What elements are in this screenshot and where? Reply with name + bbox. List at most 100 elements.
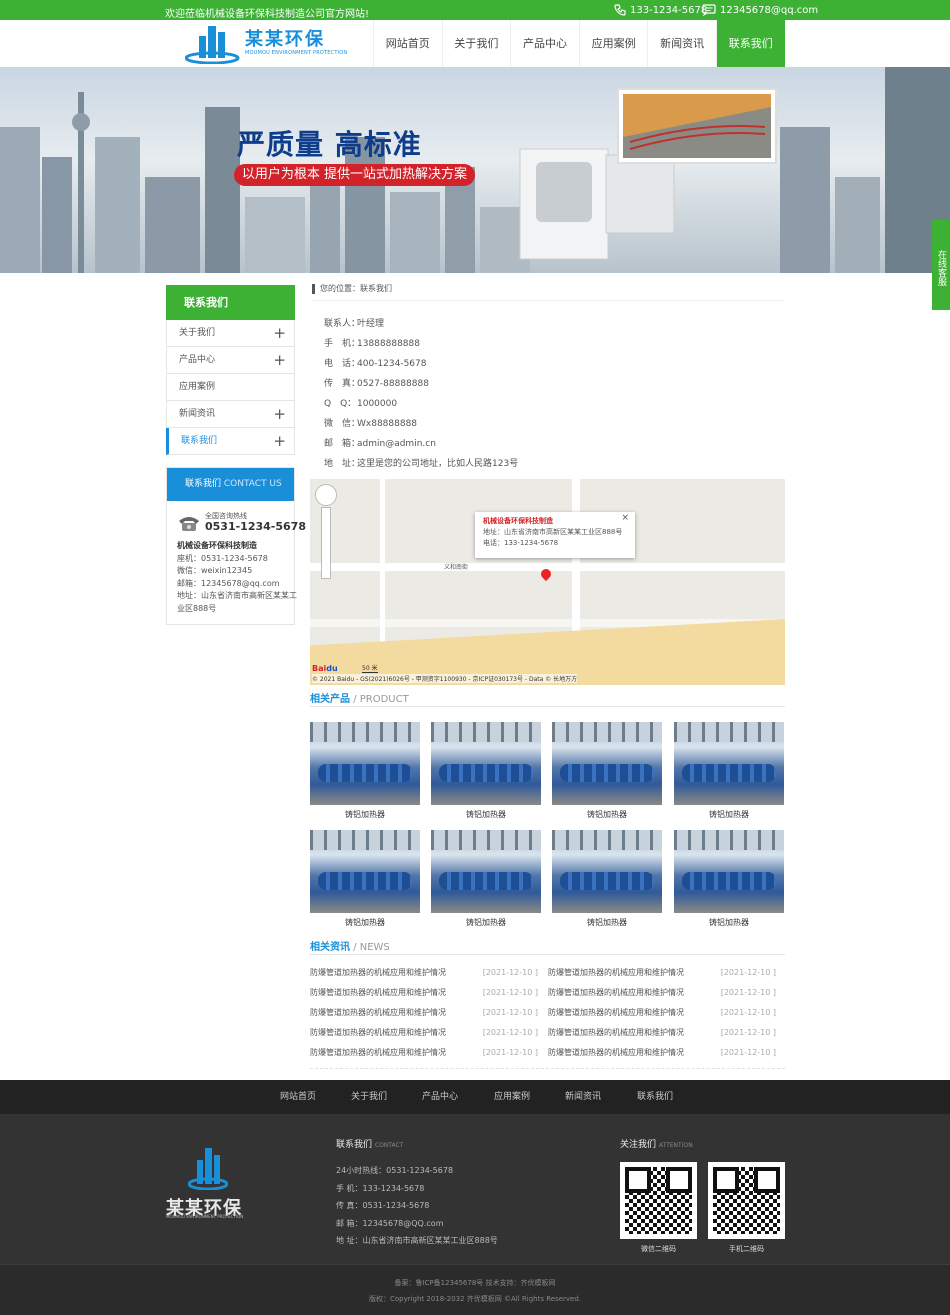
news-item[interactable]: 防爆管道加热器的机械应用和维护情况 [2021-12-10 ] [548,1043,776,1063]
nav-news[interactable]: 新闻资讯 [647,20,716,67]
news-item[interactable]: 防爆管道加热器的机械应用和维护情况 [2021-12-10 ] [548,1023,776,1043]
logo-subtitle: MOUMOU ENVIRONMENT PROTECTION [245,50,348,56]
sidebar-item-news[interactable]: 新闻资讯 + [166,401,295,428]
nav-about[interactable]: 关于我们 [441,20,511,67]
footer-nav-products[interactable]: 产品中心 [422,1080,458,1114]
footer-contact-line: 24小时热线：0531-1234-5678 [336,1166,454,1175]
product-image[interactable] [552,722,662,805]
sidebar-item-cases[interactable]: 应用案例 [166,374,295,401]
news-item[interactable]: 防爆管道加热器的机械应用和维护情况 [2021-12-10 ] [548,1003,776,1023]
sidebar-item-about[interactable]: 关于我们 + [166,320,295,347]
news-item[interactable]: 防爆管道加热器的机械应用和维护情况 [2021-12-10 ] [548,963,776,983]
product-caption[interactable]: 铸铝加热器 [310,913,420,937]
sidebar-item-products[interactable]: 产品中心 + [166,347,295,374]
sidebar-item-contact[interactable]: 联系我们 + [166,428,295,455]
welcome-text: 欢迎莅临机械设备环保科技制造公司官方网站! [165,9,370,20]
product-caption[interactable]: 铸铝加热器 [431,913,541,937]
product-caption[interactable]: 铸铝加热器 [431,805,541,829]
divider [310,1068,785,1069]
news-item[interactable]: 防爆管道加热器的机械应用和维护情况 [2021-12-10 ] [548,983,776,1003]
contact-row: 联系人：叶经理 [324,319,385,329]
map-zoom-slider[interactable] [321,507,331,579]
product-caption[interactable]: 铸铝加热器 [310,805,420,829]
product-image[interactable] [431,830,541,913]
product-caption[interactable]: 铸铝加热器 [552,913,662,937]
nav-contact[interactable]: 联系我们 [715,20,785,67]
product-card[interactable]: 铸铝加热器 [674,722,784,829]
logo-brand-text: 某某环保 [245,29,325,50]
news-item[interactable]: 防爆管道加热器的机械应用和维护情况 [2021-12-10 ] [310,1023,538,1043]
footer-contact-title: 联系我们 CONTACT [336,1140,404,1150]
footer-nav-contact[interactable]: 联系我们 [637,1080,673,1114]
company-name: 机械设备环保科技制造 [177,541,257,550]
contact-line: 座机：0531-1234-5678 [177,553,268,563]
news-item[interactable]: 防爆管道加热器的机械应用和维护情况 [2021-12-10 ] [310,983,538,1003]
sidebar-item-label: 联系我们 [181,436,218,446]
product-image[interactable] [552,830,662,913]
breadcrumb: 您的位置：联系我们 [312,283,785,301]
map-info-popup: 机械设备环保科技制造 地址：山东省济南市高新区某某工业区888号 电话：133-… [475,512,635,558]
contact-row: 地 址：这里是您的公司地址，比如人民路123号 [324,459,519,469]
product-card[interactable]: 铸铝加热器 [310,830,420,937]
icp-text[interactable]: 备案：鲁ICP备12345678号 技术支持：齐优模板网 [394,1279,555,1287]
footer-nav: 网站首页 关于我们 产品中心 应用案例 新闻资讯 联系我们 [0,1080,950,1114]
contact-row: 微 信：Wx88888888 [324,419,418,429]
news-item[interactable]: 防爆管道加热器的机械应用和维护情况 [2021-12-10 ] [310,1043,538,1063]
map-pan-control[interactable] [315,484,337,506]
site-logo[interactable]: 某某环保 MOUMOU ENVIRONMENT PROTECTION [185,22,347,64]
product-card[interactable]: 铸铝加热器 [431,830,541,937]
footer-nav-news[interactable]: 新闻资讯 [565,1080,601,1114]
map-street-label: 义和南街 [444,564,469,571]
product-image[interactable] [674,722,784,805]
product-image[interactable] [310,830,420,913]
product-card[interactable]: 铸铝加热器 [431,722,541,829]
product-caption[interactable]: 铸铝加热器 [552,805,662,829]
contact-row: Q Q：1000000 [324,399,398,409]
footer-logo[interactable]: 某某环保 MOUMOU ENVIRONMENT PROTECTION [166,1144,251,1219]
product-caption[interactable]: 铸铝加热器 [674,913,784,937]
news-list-left: 防爆管道加热器的机械应用和维护情况 [2021-12-10 ] 防爆管道加热器的机… [310,963,538,1063]
product-image[interactable] [310,722,420,805]
qr-caption: 手机二维码 [729,1245,764,1253]
product-image[interactable] [431,722,541,805]
news-item[interactable]: 防爆管道加热器的机械应用和维护情况 [2021-12-10 ] [310,963,538,983]
footer-nav-about[interactable]: 关于我们 [351,1080,387,1114]
copyright-text: 版权：Copyright 2018-2032 齐优模板网 ©All Rights… [368,1295,582,1303]
product-card[interactable]: 铸铝加热器 [674,830,784,937]
product-card[interactable]: 铸铝加热器 [310,722,420,829]
plus-icon[interactable]: + [273,428,286,454]
baidu-map[interactable]: 义和南街 机械设备环保科技制造 地址：山东省济南市高新区某某工业区888号 电话… [310,479,785,685]
sidebar-item-label: 关于我们 [179,328,216,338]
news-section-title: 相关资讯 / NEWS [310,938,785,955]
sidebar-contact-box: 联系我们 CONTACT US 全国咨询热线 0531-1234-5678 机械… [166,467,306,625]
qr-code-icon [620,1162,697,1239]
product-image[interactable] [674,830,784,913]
product-card[interactable]: 铸铝加热器 [552,830,662,937]
top-phone-number: 133-1234-5678 [630,4,708,16]
wechat-qr: 微信二维码 [620,1162,697,1254]
hotline-number: 0531-1234-5678 [205,520,306,533]
plus-icon[interactable]: + [273,401,286,427]
building-logo-icon [185,26,240,64]
product-caption[interactable]: 铸铝加热器 [674,805,784,829]
nav-home[interactable]: 网站首页 [373,20,442,67]
nav-cases[interactable]: 应用案例 [578,20,648,67]
hotline: 全国咨询热线 0531-1234-5678 [177,511,306,537]
plus-icon[interactable]: + [273,320,286,346]
mobile-qr: 手机二维码 [708,1162,785,1254]
footer-brand-subtitle: MOUMOU ENVIRONMENT PROTECTION [166,1214,244,1219]
sidebar-contact-title: 联系我们 CONTACT US [167,468,294,501]
news-item[interactable]: 防爆管道加热器的机械应用和维护情况 [2021-12-10 ] [310,1003,538,1023]
nav-products[interactable]: 产品中心 [510,20,579,67]
popup-phone: 电话：133-1234-5678 [483,539,559,547]
sidebar-contact-info: 机械设备环保科技制造 座机：0531-1234-5678 微信：weixin12… [177,540,297,615]
products-section-title: 相关产品 / PRODUCT [310,690,785,707]
news-list-right: 防爆管道加热器的机械应用和维护情况 [2021-12-10 ] 防爆管道加热器的机… [548,963,776,1063]
online-service-tab[interactable]: 在线客服 [932,220,950,310]
footer-nav-home[interactable]: 网站首页 [280,1080,316,1114]
footer-nav-cases[interactable]: 应用案例 [494,1080,530,1114]
plus-icon[interactable]: + [273,347,286,373]
product-card[interactable]: 铸铝加热器 [552,722,662,829]
sidebar-title: 联系我们 [166,285,295,320]
close-icon[interactable]: × [621,513,629,524]
